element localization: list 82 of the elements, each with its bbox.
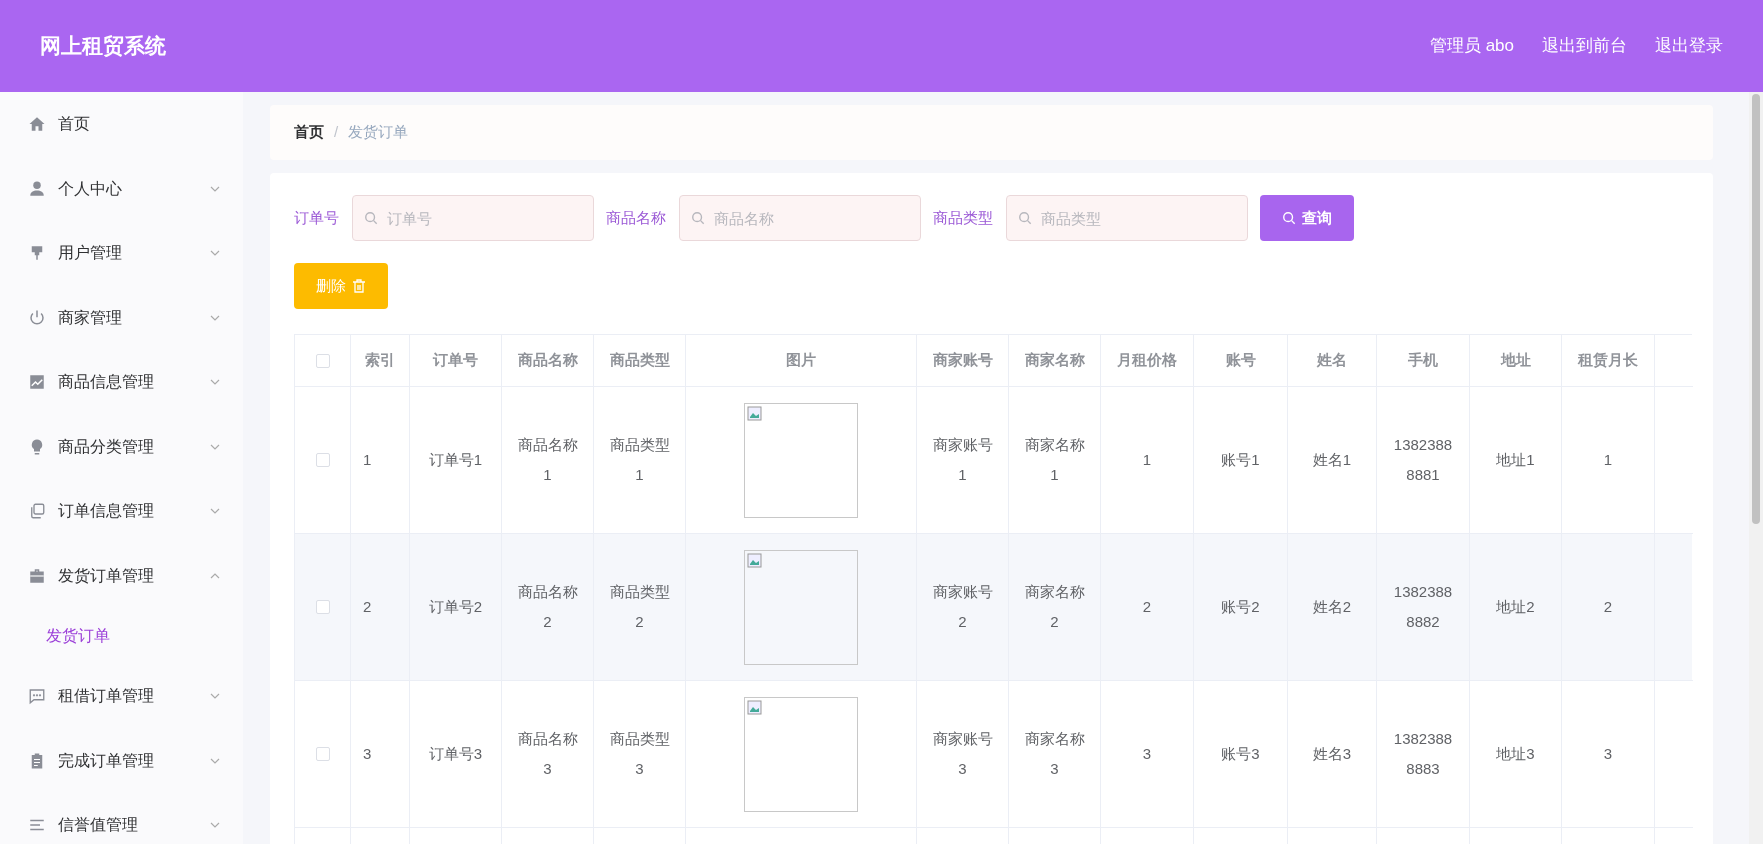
table-cell-text: 地址2 [1496, 597, 1535, 617]
checkbox[interactable] [315, 600, 330, 614]
table-cell-text: 3 [1142, 744, 1152, 764]
sidebar-item[interactable]: 商家管理 [0, 285, 243, 350]
sidebar-item[interactable]: 租借订单管理 [0, 664, 243, 729]
search-icon [1018, 211, 1032, 225]
table-cell-text: 3 [363, 744, 372, 764]
header-link[interactable]: 退出登录 [1655, 33, 1723, 59]
table-cell-text: 商品类型3 [608, 729, 671, 779]
table-cell-text: 13823888882 [1392, 582, 1454, 632]
table-cell-text: 商家名称2 [1023, 582, 1086, 632]
copy-icon [28, 502, 46, 521]
sidebar-item[interactable]: 发货订单管理 [0, 543, 243, 608]
field-label: 商品类型 [933, 207, 993, 228]
table-cell-text: 姓名3 [1312, 744, 1352, 764]
table-cell-text: 商品名称1 [516, 435, 579, 485]
search-button[interactable]: 查询 [1260, 195, 1354, 241]
search-field[interactable]: 订单号 [352, 195, 594, 241]
table-cell-text: 账号2 [1221, 597, 1260, 617]
sidebar-item[interactable]: 完成订单管理 [0, 728, 243, 793]
chat-icon [28, 687, 46, 706]
sidebar-item[interactable]: 首页 [0, 92, 243, 157]
search-field[interactable]: 商品类型 [1006, 195, 1248, 241]
field-label: 商品名称 [606, 207, 666, 228]
table-cell-text: 账号3 [1221, 744, 1260, 764]
table-cell-text: 2 [363, 597, 372, 617]
table-cell-text: 13823888881 [1392, 435, 1454, 485]
table-cell-text: 商品名称3 [516, 729, 579, 779]
table-cell-text: 商品名称2 [516, 582, 579, 632]
sidebar-item[interactable]: 用户管理 [0, 221, 243, 286]
checkbox[interactable] [315, 453, 330, 467]
table-cell-text: 1 [1603, 450, 1613, 470]
table-cell-text: 商家账号2 [931, 582, 994, 632]
sidebar-item[interactable]: 商品信息管理 [0, 350, 243, 415]
checkbox[interactable] [315, 747, 330, 761]
broken-image-icon [747, 552, 763, 569]
broken-image-icon [747, 699, 763, 716]
header-link[interactable]: 管理员 abo [1429, 33, 1514, 59]
table-cell-text: 地址3 [1496, 744, 1535, 764]
table-cell-text: 商家账号3 [931, 729, 994, 779]
sidebar-item[interactable]: 信誉值管理 [0, 793, 243, 844]
search-icon [364, 211, 378, 225]
sidebar-item[interactable]: 订单信息管理 [0, 479, 243, 544]
field-label: 订单号 [294, 207, 339, 228]
table-cell-text: 商家名称3 [1023, 729, 1086, 779]
home-icon [28, 115, 46, 134]
scrollbar-thumb[interactable] [1752, 94, 1760, 524]
sidebar-item[interactable]: 个人中心 [0, 156, 243, 221]
chart-icon [28, 373, 46, 392]
power-icon [28, 308, 46, 327]
briefcase-icon [28, 566, 46, 585]
table-cell-text: 订单号3 [428, 744, 483, 764]
search-field[interactable]: 商品名称 [679, 195, 921, 241]
breadcrumb-link[interactable]: 首页 [294, 121, 324, 144]
table-cell-text: 地址1 [1496, 450, 1535, 470]
table-cell-text: 商家名称1 [1023, 435, 1086, 485]
table-cell-text: 1 [1142, 450, 1152, 470]
table-cell-text: 商品类型1 [608, 435, 671, 485]
scrollbar[interactable] [1749, 92, 1763, 844]
sidebar-item[interactable]: 商品分类管理 [0, 414, 243, 479]
table-cell-text: 姓名1 [1312, 450, 1352, 470]
trash-icon [352, 279, 366, 293]
search-icon [1282, 211, 1296, 225]
sidebar-subitem[interactable]: 发货订单 [0, 608, 243, 664]
table-cell-text: 姓名2 [1312, 597, 1352, 617]
table-cell-text: 账号1 [1221, 450, 1260, 470]
app-title: 网上租贸系统 [40, 33, 166, 60]
table-cell-text: 3 [1603, 744, 1613, 764]
table-cell-text: 订单号2 [428, 597, 483, 617]
table-cell-text: 2 [1603, 597, 1613, 617]
table-cell-text: 商品类型2 [608, 582, 671, 632]
checkbox[interactable] [315, 353, 330, 368]
table-cell-text: 商家账号1 [931, 435, 994, 485]
user-icon [28, 179, 46, 198]
table-cell-text: 13823888883 [1392, 729, 1454, 779]
table-cell-text: 2 [1142, 597, 1152, 617]
search-icon [691, 211, 705, 225]
breadcrumb-separator: / [334, 122, 339, 143]
table-cell-text: 订单号1 [428, 450, 483, 470]
header-link[interactable]: 退出到前台 [1542, 33, 1627, 59]
broken-image-icon [747, 405, 763, 422]
table-cell-text: 1 [363, 450, 372, 470]
